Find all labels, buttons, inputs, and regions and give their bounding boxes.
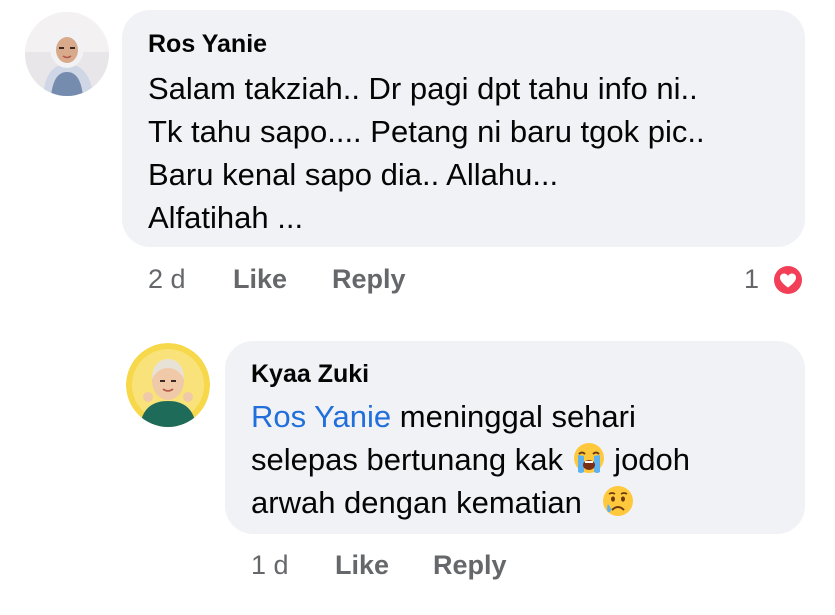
- reaction-count[interactable]: 1: [744, 264, 759, 295]
- crying-face-icon: [601, 484, 635, 518]
- reply-text: meninggal sehari: [391, 399, 636, 434]
- reply-author[interactable]: Kyaa Zuki: [251, 360, 369, 389]
- reply-button[interactable]: Reply: [433, 550, 507, 581]
- comment-timestamp[interactable]: 2 d: [148, 264, 186, 295]
- reply-text-line: Ros Yanie meninggal sehari: [251, 398, 636, 436]
- reply-text-line: selepas bertunang kak jodoh: [251, 441, 690, 479]
- comment-author[interactable]: Ros Yanie: [148, 30, 267, 59]
- reply-timestamp[interactable]: 1 d: [251, 550, 289, 581]
- reply-button[interactable]: Reply: [332, 264, 406, 295]
- reply-text-line: arwah dengan kematian: [251, 484, 635, 522]
- like-button[interactable]: Like: [335, 550, 389, 581]
- mention-link[interactable]: Ros Yanie: [251, 399, 391, 434]
- comment-text-line: Alfatihah ...: [148, 200, 304, 235]
- reply-text: selepas bertunang kak: [251, 442, 572, 477]
- reply-text: jodoh: [605, 442, 691, 477]
- comment-text-line: Salam takziah.. Dr pagi dpt tahu info ni…: [148, 71, 698, 106]
- avatar[interactable]: [126, 343, 210, 427]
- reply-text: arwah dengan kematian: [251, 485, 591, 520]
- love-reaction-icon[interactable]: [771, 263, 805, 297]
- loudly-crying-face-icon: [572, 441, 606, 475]
- comment-text-line: Tk tahu sapo.... Petang ni baru tgok pic…: [148, 114, 705, 149]
- avatar[interactable]: [25, 12, 109, 96]
- like-button[interactable]: Like: [233, 264, 287, 295]
- comment-text-line: Baru kenal sapo dia.. Allahu...: [148, 157, 559, 192]
